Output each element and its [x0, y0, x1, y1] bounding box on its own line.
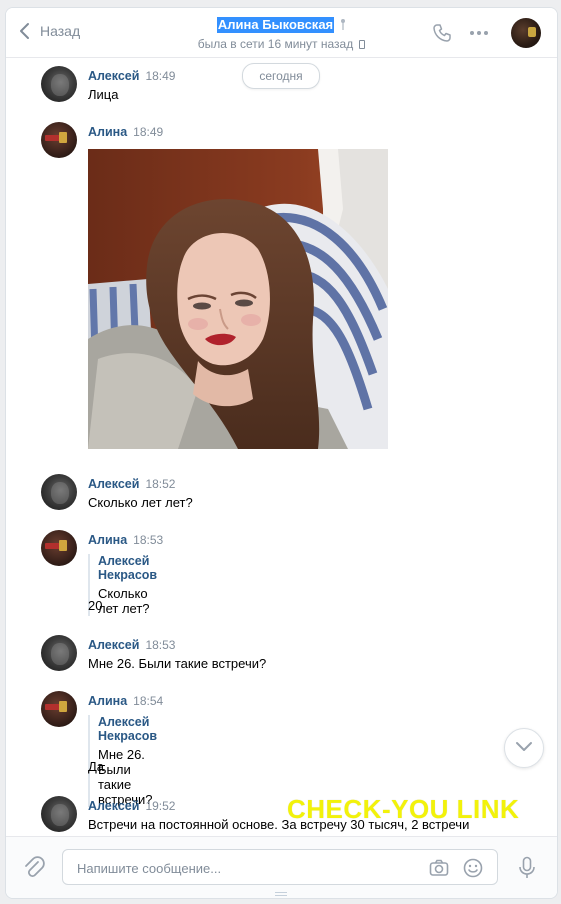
message-input-box[interactable] — [62, 849, 498, 886]
message-time[interactable]: 18:53 — [133, 533, 163, 547]
date-separator: сегодня — [242, 63, 320, 89]
avatar-detail — [51, 643, 69, 665]
watermark-text: CHECK-YOU LINK — [287, 794, 520, 824]
avatar[interactable] — [41, 122, 77, 158]
contact-avatar[interactable] — [511, 18, 541, 48]
message-text: Да — [88, 759, 105, 774]
message-time[interactable]: 18:54 — [133, 694, 163, 708]
chevron-down-icon — [516, 742, 532, 751]
author-name[interactable]: Алексей — [88, 477, 139, 491]
quote-text: Сколько лет лет? — [98, 586, 150, 616]
author-name[interactable]: Алексей — [88, 638, 139, 652]
message-text: Мне 26. Были такие встречи? — [88, 656, 267, 671]
message-time[interactable]: 18:49 — [133, 125, 163, 139]
message-text: Сколько лет лет? — [88, 495, 193, 510]
emoji-icon[interactable] — [463, 858, 483, 878]
phone-icon[interactable] — [432, 23, 452, 43]
quote-author[interactable]: Алексей Некрасов — [98, 715, 157, 743]
message-list: сегодня Алексей 18:49 Лица Алина 18:49 А… — [6, 58, 557, 836]
microphone-icon[interactable] — [518, 856, 536, 880]
chat-window: Назад Алина Быковская была в сети 16 мин… — [5, 7, 558, 899]
avatar[interactable] — [41, 796, 77, 832]
photo-image — [88, 149, 388, 449]
avatar-detail — [51, 74, 69, 96]
message-meta: Алексей 18:49 — [88, 68, 175, 83]
chat-header: Назад Алина Быковская была в сети 16 мин… — [6, 8, 557, 58]
author-name[interactable]: Алина — [88, 533, 127, 547]
avatar-detail — [528, 27, 536, 37]
author-name[interactable]: Алексей — [88, 69, 139, 83]
message-meta: Алина 18:54 — [88, 693, 163, 708]
avatar-detail — [59, 701, 67, 712]
author-name[interactable]: Алина — [88, 694, 127, 708]
scroll-down-button[interactable] — [504, 728, 544, 768]
avatar[interactable] — [41, 530, 77, 566]
message-composer — [6, 836, 557, 898]
contact-name[interactable]: Алина Быковская — [216, 17, 335, 33]
message-meta: Алина 18:49 — [88, 124, 163, 139]
message-meta: Алексей 18:52 — [88, 476, 175, 491]
message-time[interactable]: 18:49 — [145, 69, 175, 83]
mobile-icon — [359, 40, 366, 49]
photo-attachment[interactable] — [88, 149, 388, 449]
avatar[interactable] — [41, 474, 77, 510]
message-time[interactable]: 19:52 — [145, 799, 175, 813]
avatar-detail — [51, 482, 69, 504]
avatar[interactable] — [41, 66, 77, 102]
message-meta: Алексей 19:52 — [88, 798, 175, 813]
avatar-detail — [59, 540, 67, 551]
avatar-detail — [59, 132, 67, 143]
avatar[interactable] — [41, 635, 77, 671]
quote-author[interactable]: Алексей Некрасов — [98, 554, 157, 582]
message-meta: Алина 18:53 — [88, 532, 163, 547]
message-text: Лица — [88, 87, 119, 102]
author-name[interactable]: Алексей — [88, 799, 139, 813]
message-meta: Алексей 18:53 — [88, 637, 175, 652]
avatar[interactable] — [41, 691, 77, 727]
paperclip-icon[interactable] — [24, 855, 46, 879]
camera-icon[interactable] — [429, 858, 449, 878]
avatar-detail — [51, 804, 69, 826]
pin-icon — [341, 19, 346, 30]
status-text: была в сети 16 минут назад — [197, 37, 354, 51]
message-time[interactable]: 18:52 — [145, 477, 175, 491]
message-time[interactable]: 18:53 — [145, 638, 175, 652]
message-text: 20 — [88, 598, 103, 613]
resize-grip[interactable] — [275, 892, 287, 896]
author-name[interactable]: Алина — [88, 125, 127, 139]
message-input[interactable] — [75, 850, 419, 886]
more-icon[interactable] — [469, 23, 489, 43]
